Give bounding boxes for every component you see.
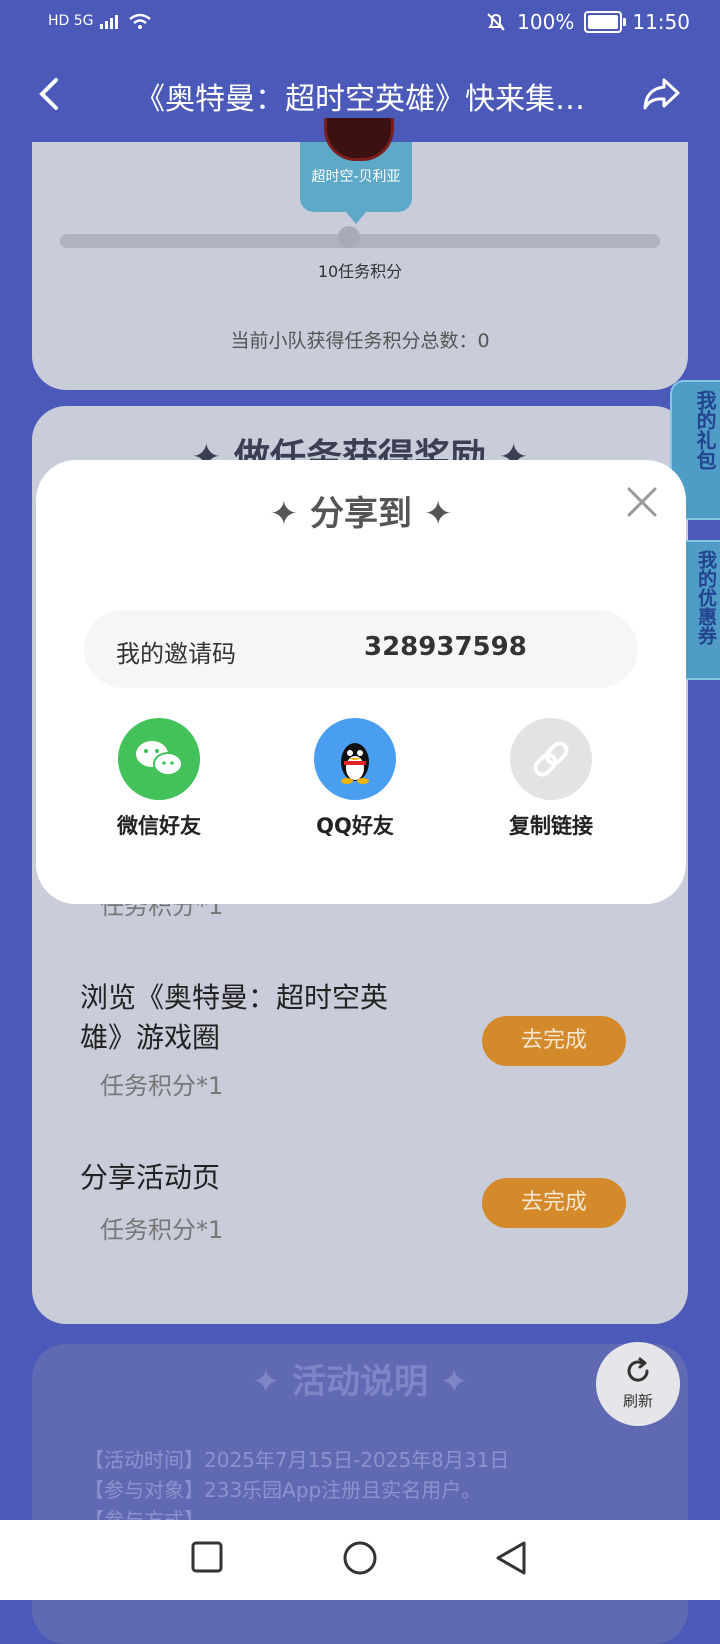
share-qq-button[interactable]: QQ好友	[270, 718, 440, 840]
share-qq-label: QQ好友	[316, 814, 394, 838]
copy-link-button[interactable]: 复制链接	[466, 718, 636, 840]
close-icon[interactable]	[624, 484, 660, 520]
link-icon	[510, 718, 592, 800]
share-wechat-button[interactable]: 微信好友	[74, 718, 244, 840]
home-icon[interactable]	[342, 1540, 378, 1576]
invite-code-value: 328937598	[364, 632, 527, 662]
share-dialog-title: ✦ 分享到 ✦	[269, 494, 453, 534]
share-dialog-title-text: 分享到	[310, 494, 412, 534]
invite-code-row: 我的邀请码 328937598	[84, 610, 638, 688]
share-dialog: ✦ 分享到 ✦ 我的邀请码 328937598 微信好友 QQ好友 复制链接	[36, 460, 686, 904]
system-nav-bar	[0, 1520, 720, 1600]
qq-icon	[314, 718, 396, 800]
wechat-icon	[118, 718, 200, 800]
recent-apps-icon[interactable]	[190, 1540, 224, 1574]
share-wechat-label: 微信好友	[117, 814, 201, 838]
invite-code-label: 我的邀请码	[116, 640, 236, 668]
back-icon[interactable]	[494, 1540, 528, 1576]
copy-link-label: 复制链接	[509, 814, 593, 838]
